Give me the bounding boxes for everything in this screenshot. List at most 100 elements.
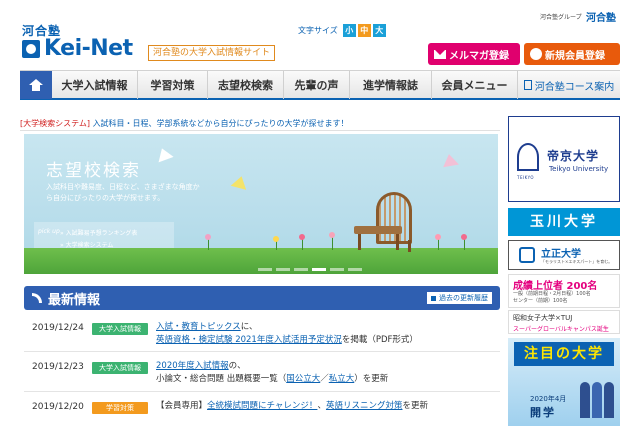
rissho-name: 立正大学	[541, 249, 581, 260]
nav-item-admissions[interactable]: 大学入試情報	[52, 71, 138, 99]
topics-link[interactable]: 入試・教育トピックス	[156, 322, 241, 332]
news-date: 2019/12/23	[32, 362, 84, 372]
news-header: 最新情報 過去の更新履歴	[24, 286, 500, 310]
carousel-dot[interactable]	[348, 268, 362, 271]
bird-icon	[441, 152, 459, 168]
ad-showa-women-university[interactable]: 昭和女子大学×TUJ スーパーグローバルキャンパス誕生	[508, 310, 620, 334]
flower-icon	[299, 234, 305, 240]
banner-title: 志望校検索	[46, 161, 141, 181]
teikyo-name-en: Teikyo University	[549, 165, 609, 173]
promo-tag: [大学検索システム]	[20, 119, 91, 128]
carousel-dot[interactable]	[258, 268, 272, 271]
ad-tamagawa-university[interactable]: 玉川大学	[508, 208, 620, 236]
showa-line-2: スーパーグローバルキャンパス誕生	[513, 326, 609, 333]
news-date: 2019/12/20	[32, 402, 84, 412]
kei-net-logo[interactable]: Kei-Net	[44, 36, 133, 61]
news-row: 2019/12/23 大学入試情報 2020年度入試情報の、 小論文・総合問題 …	[24, 354, 500, 392]
scholarship-headline: 成績上位者 200名	[513, 281, 598, 292]
showa-line-1: 昭和女子大学×TUJ	[513, 314, 573, 322]
featured-opening: 開学	[530, 406, 556, 419]
flower-icon	[435, 234, 441, 240]
scholarship-detail-2: センター（前期）100名	[513, 298, 568, 304]
kei-net-logo-icon[interactable]	[22, 40, 40, 58]
carousel-dot[interactable]	[330, 268, 344, 271]
featured-date: 2020年4月	[530, 395, 567, 403]
teikyo-emblem-icon	[517, 143, 539, 171]
flower-icon	[461, 234, 467, 240]
teikyo-mark-label: TEIKYO	[517, 175, 535, 180]
rissho-logo-icon	[519, 247, 535, 263]
text-fragment: 、	[317, 401, 326, 411]
english-test-link[interactable]: 英語資格・検定試験 2021年度入試活用予定状況	[156, 335, 342, 345]
category-badge: 大学入試情報	[92, 323, 148, 335]
mail-magazine-button[interactable]: メルマガ登録	[428, 43, 520, 65]
pickup-label: pick up	[38, 228, 60, 235]
group-label: 河合塾グループ	[540, 14, 582, 21]
text-fragment: ／	[320, 374, 329, 384]
admissions-2020-link[interactable]: 2020年度入試情報	[156, 361, 229, 371]
register-button[interactable]: 新規会員登録	[524, 43, 620, 65]
text-fragment: に、	[240, 322, 258, 332]
mock-exam-link[interactable]: 全統模試問題にチャレンジ！	[207, 401, 317, 411]
font-size-large-button[interactable]: 大	[372, 24, 386, 37]
past-updates-link[interactable]: 過去の更新履歴	[427, 292, 492, 304]
document-icon	[523, 80, 532, 90]
flower-stem	[332, 236, 333, 250]
ad-featured-university[interactable]: 注目の大学 2020年4月 開学	[508, 338, 620, 426]
text-fragment: を掲載（PDF形式）	[341, 335, 418, 345]
nav-item-study[interactable]: 学習対策	[138, 71, 208, 99]
wicker-chair-back	[376, 192, 412, 244]
ranking-link[interactable]: » 入試難易予想ランキング表	[60, 228, 137, 237]
chair-leg	[396, 234, 399, 250]
school-search-banner[interactable]: 志望校検索 入試科目や難易度、日程など、さまざまな角度から自分にぴったりの大学が…	[24, 134, 498, 274]
carousel-dots	[258, 268, 362, 271]
person-figure	[604, 382, 614, 418]
person-figure	[580, 382, 590, 418]
nav-item-senior-voices[interactable]: 先輩の声	[284, 71, 350, 99]
ad-scholarship[interactable]: 成績上位者 200名 一般（前期日程・2月日程）100名 センター（前期）100…	[508, 274, 620, 308]
user-icon	[530, 48, 542, 60]
wicker-chair-seat	[354, 226, 402, 234]
envelope-icon	[434, 49, 446, 59]
news-text: 入試・教育トピックスに、 英語資格・検定試験 2021年度入試活用予定状況を掲載…	[156, 321, 496, 347]
site-header: 河合塾 Kei-Net 河合塾の大学入試情報サイト 文字サイズ 小 中 大 河合…	[0, 0, 640, 68]
flower-icon	[329, 232, 335, 238]
carousel-dot[interactable]	[276, 268, 290, 271]
carousel-dot[interactable]	[294, 268, 308, 271]
private-univ-link[interactable]: 私立大	[329, 374, 355, 384]
font-size-medium-button[interactable]: 中	[357, 24, 371, 37]
ad-teikyo-university[interactable]: TEIKYO 帝京大学 Teikyo University	[508, 116, 620, 202]
text-fragment: 【会員専用】	[156, 401, 208, 411]
rss-icon[interactable]	[32, 293, 42, 303]
bird-icon	[230, 174, 250, 190]
category-badge: 学習対策	[92, 402, 148, 414]
national-univ-link[interactable]: 国公立大	[286, 374, 320, 384]
listening-link[interactable]: 英語リスニング対策	[326, 401, 403, 411]
news-title: 最新情報	[48, 293, 101, 308]
flower-icon	[273, 236, 279, 242]
home-icon	[29, 79, 43, 91]
mail-magazine-label: メルマガ登録	[449, 50, 509, 62]
ad-rissho-university[interactable]: 立正大学 「モラリスト×エキスパート」を育む。	[508, 240, 620, 270]
rissho-slogan: 「モラリスト×エキスパート」を育む。	[541, 259, 613, 264]
news-row: 2019/12/20 学習対策 【会員専用】全統模試問題にチャレンジ！、英語リス…	[24, 394, 500, 426]
font-size-label: 文字サイズ	[298, 26, 338, 35]
site-tagline: 河合塾の大学入試情報サイト	[148, 45, 276, 61]
nav-item-course-guide[interactable]: 河合塾コース案内	[518, 71, 620, 99]
text-fragment: ）を更新	[354, 374, 389, 384]
banner-description: 入試科目や難易度、日程など、さまざまな角度から自分にぴったりの大学が探せます。	[46, 183, 200, 202]
carousel-dot-active[interactable]	[312, 268, 326, 271]
featured-title: 注目の大学	[514, 342, 614, 366]
font-size-small-button[interactable]: 小	[342, 24, 356, 37]
nav-home-button[interactable]	[20, 71, 52, 99]
nav-item-school-search[interactable]: 志望校検索	[208, 71, 284, 99]
nav-item-member-menu[interactable]: 会員メニュー	[432, 71, 518, 99]
scholarship-detail-1: 一般（前期日程・2月日程）100名	[513, 291, 591, 297]
chair-leg	[358, 234, 361, 250]
global-nav: 大学入試情報 学習対策 志望校検索 先輩の声 進学情報誌 会員メニュー 河合塾コ…	[20, 70, 620, 100]
divider	[20, 130, 500, 131]
kawaijuku-group-logo[interactable]: 河合塾	[586, 9, 616, 24]
person-figure	[592, 382, 602, 418]
nav-item-magazine[interactable]: 進学情報誌	[350, 71, 432, 99]
scholarship-details: 一般（前期日程・2月日程）100名 センター（前期）100名	[513, 291, 591, 305]
